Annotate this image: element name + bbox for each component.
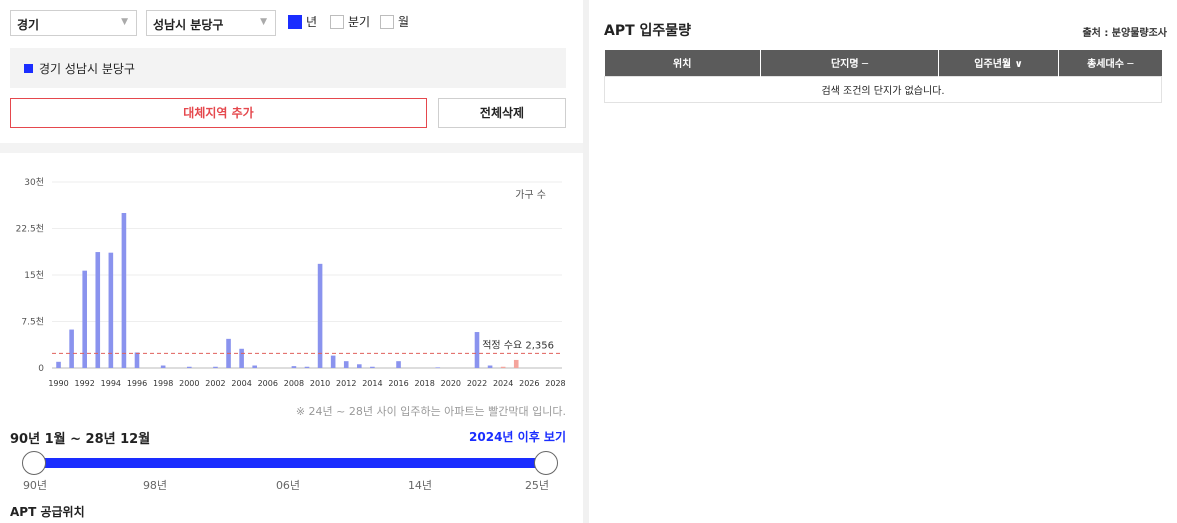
slider-tick-label: 98년 bbox=[142, 479, 168, 492]
delete-all-button[interactable]: 전체삭제 bbox=[438, 98, 566, 128]
chart-bar bbox=[317, 263, 323, 368]
chart-bar bbox=[330, 355, 336, 368]
x-tick-label: 2018 bbox=[415, 379, 435, 388]
add-alternative-region-button[interactable]: 대체지역 추가 bbox=[10, 98, 427, 128]
x-tick-label: 2020 bbox=[441, 379, 461, 388]
x-tick-label: 2008 bbox=[284, 379, 304, 388]
period-month-checkbox[interactable]: 월 bbox=[380, 13, 409, 30]
chart-bar bbox=[213, 366, 218, 368]
chart-bar bbox=[95, 252, 101, 368]
date-range-label: 90년 1월 ~ 28년 12월 bbox=[10, 432, 151, 447]
chart-bar bbox=[474, 332, 480, 368]
chart-bar bbox=[69, 329, 74, 368]
period-month-label: 월 bbox=[398, 15, 410, 29]
checkbox-unchecked-icon bbox=[330, 14, 344, 29]
x-tick-label: 2014 bbox=[362, 379, 382, 388]
supply-bar-chart: 30천 22.5천 15천 7.5천 0 적정 수요 2,356 가구 수 1990 1992 1… bbox=[16, 177, 566, 388]
slider-ticks: 90년 98년 06년 14년 25년 bbox=[0, 477, 583, 493]
square-bullet-icon bbox=[24, 64, 33, 73]
chevron-down-icon: ▼ bbox=[121, 17, 128, 27]
column-header-complex-name[interactable]: 단지명 ─ bbox=[760, 50, 939, 76]
chart-bar bbox=[160, 365, 166, 368]
column-header-move-in-date[interactable]: 입주년월 ∨ bbox=[938, 50, 1059, 76]
selected-region-box: 경기 성남시 분당구 bbox=[10, 48, 566, 88]
x-tick-label: 2004 bbox=[231, 379, 251, 388]
y-tick-label: 30천 bbox=[24, 177, 44, 188]
chart-bar bbox=[108, 252, 114, 368]
period-year-checkbox[interactable]: 년 bbox=[288, 13, 317, 30]
apt-move-in-title: APT 입주물량 bbox=[604, 23, 692, 39]
slider-start-handle[interactable] bbox=[22, 451, 46, 475]
x-tick-label: 2012 bbox=[336, 379, 356, 388]
x-tick-label: 2000 bbox=[179, 379, 199, 388]
chart-bar bbox=[121, 213, 127, 368]
chart-bar bbox=[187, 366, 192, 368]
y-tick-label: 0 bbox=[38, 364, 44, 374]
slider-tick-label: 90년 bbox=[22, 479, 48, 492]
x-tick-label: 1998 bbox=[153, 379, 173, 388]
chart-bar bbox=[370, 366, 375, 368]
slider-tick-label: 06년 bbox=[275, 479, 301, 492]
chart-bar bbox=[513, 359, 519, 368]
x-tick-label: 1990 bbox=[48, 379, 68, 388]
chevron-down-icon: ▼ bbox=[260, 17, 267, 27]
x-tick-label: 1994 bbox=[101, 379, 121, 388]
table-row: 검색 조건의 단지가 없습니다. bbox=[604, 75, 1162, 103]
x-tick-label: 2028 bbox=[545, 379, 565, 388]
province-select[interactable]: 경기 ▼ bbox=[10, 10, 137, 36]
left-panel: 경기 ▼ 성남시 분당구 ▼ 년 분기 월 경기 성남시 분당구 대체지역 추가… bbox=[0, 0, 583, 523]
x-tick-label: 2016 bbox=[388, 379, 408, 388]
chart-legend: 가구 수 bbox=[515, 189, 546, 201]
district-select-value: 성남시 분당구 bbox=[153, 18, 224, 32]
x-tick-label: 2006 bbox=[258, 379, 278, 388]
chart-note: ※ 24년 ~ 28년 사이 입주하는 아파트는 빨간막대 입니다. bbox=[295, 405, 566, 418]
section-divider bbox=[0, 143, 583, 153]
supply-location-title: APT 공급위치 bbox=[10, 505, 85, 519]
x-tick-label: 1992 bbox=[75, 379, 95, 388]
chart-bar bbox=[396, 361, 401, 368]
x-tick-label: 1996 bbox=[127, 379, 147, 388]
district-select[interactable]: 성남시 분당구 ▼ bbox=[146, 10, 276, 36]
x-tick-label: 2026 bbox=[519, 379, 539, 388]
chart-bar bbox=[134, 352, 140, 368]
period-quarter-checkbox[interactable]: 분기 bbox=[330, 13, 370, 30]
x-tick-label: 2010 bbox=[310, 379, 330, 388]
chart-bar bbox=[239, 348, 244, 368]
chart-bar bbox=[291, 366, 297, 368]
chart-bar bbox=[56, 361, 61, 368]
chart-bar bbox=[357, 364, 362, 368]
data-source: 출처 : 분양물량조사 bbox=[1082, 28, 1167, 39]
slider-tick-label: 25년 bbox=[524, 479, 550, 492]
year-range-slider[interactable] bbox=[22, 451, 562, 475]
checkbox-checked-icon bbox=[288, 14, 302, 29]
empty-message: 검색 조건의 단지가 없습니다. bbox=[604, 75, 1162, 103]
x-tick-label: 2022 bbox=[467, 379, 487, 388]
chart-bar bbox=[304, 366, 310, 368]
apt-table: 위치 단지명 ─ 입주년월 ∨ 총세대수 ─ 검색 조건의 단지가 없습니다. bbox=[604, 50, 1162, 103]
province-select-value: 경기 bbox=[17, 18, 40, 32]
chart-bar bbox=[252, 365, 257, 368]
period-quarter-label: 분기 bbox=[348, 15, 371, 29]
y-tick-label: 7.5천 bbox=[21, 317, 44, 328]
chart-bar bbox=[500, 366, 506, 368]
period-year-label: 년 bbox=[306, 15, 318, 29]
y-tick-label: 22.5천 bbox=[16, 224, 44, 235]
right-panel: APT 입주물량 출처 : 분양물량조사 위치 단지명 ─ 입주년월 ∨ 총세대… bbox=[589, 0, 1177, 523]
slider-end-handle[interactable] bbox=[534, 451, 558, 475]
table-header-row: 위치 단지명 ─ 입주년월 ∨ 총세대수 ─ bbox=[604, 50, 1162, 76]
y-tick-label: 15천 bbox=[24, 270, 44, 281]
selected-region-label: 경기 성남시 분당구 bbox=[39, 62, 135, 76]
chart-bar bbox=[343, 361, 349, 368]
x-tick-label: 2002 bbox=[205, 379, 225, 388]
slider-track bbox=[32, 458, 546, 468]
chart-bar bbox=[487, 365, 493, 368]
column-header-total-units[interactable]: 총세대수 ─ bbox=[1058, 50, 1162, 76]
view-after-2024-link[interactable]: 2024년 이후 보기 bbox=[469, 428, 566, 445]
slider-tick-label: 14년 bbox=[407, 479, 433, 492]
chart-bar bbox=[435, 367, 441, 368]
checkbox-unchecked-icon bbox=[380, 14, 394, 29]
reference-line-label: 적정 수요 2,356 bbox=[482, 339, 554, 351]
x-tick-label: 2024 bbox=[493, 379, 513, 388]
column-header-location[interactable]: 위치 bbox=[604, 50, 761, 76]
